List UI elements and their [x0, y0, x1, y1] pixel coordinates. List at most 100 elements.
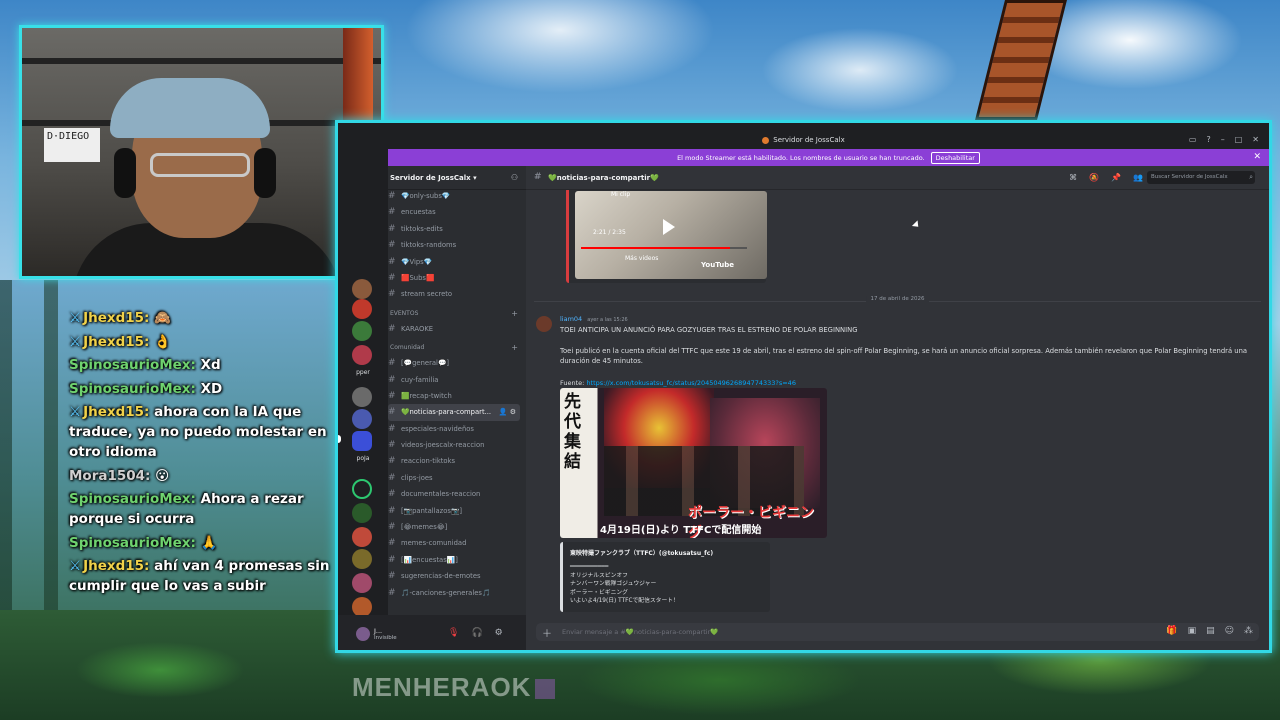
tweet-line: いよいよ4/19(日) TTFCで配信スタート！ — [570, 598, 679, 605]
server-icon-3[interactable] — [352, 321, 372, 341]
more-videos[interactable]: Más videos — [625, 255, 658, 263]
server-icon-8[interactable] — [352, 503, 372, 523]
close-button[interactable]: ✕ — [1252, 135, 1259, 144]
close-banner-icon[interactable]: ✕ — [1253, 152, 1261, 162]
server-rail: pper poJa — [338, 149, 388, 650]
pin-icon[interactable]: 📌 — [1111, 173, 1121, 182]
chat-username: Jhexd15: — [83, 558, 150, 574]
search-input[interactable]: Buscar Servidor de JossCalx ⌕ — [1147, 171, 1255, 184]
avatar[interactable] — [356, 627, 370, 641]
channel-item[interactable]: # reaccion-tiktoks — [388, 453, 526, 469]
author-avatar[interactable] — [536, 316, 552, 332]
chat-message: ⚔ Jhexd15: ahora con la IA que traduce, y… — [69, 402, 339, 462]
headphone-left — [114, 148, 136, 198]
message-input[interactable]: ＋ Enviar mensaje a #💚noticias-para-compa… — [536, 623, 1259, 641]
youtube-thumbnail[interactable]: Mi clip 2:21 / 2:35 Más videos YouTube — [575, 191, 767, 279]
channel-label: KARAOKE — [401, 324, 434, 333]
server-icon-4[interactable] — [352, 345, 372, 365]
channel-item[interactable]: # stream secreto — [388, 286, 526, 302]
channel-item[interactable]: # tiktoks-randoms — [388, 237, 526, 253]
channel-settings-icon[interactable]: 👤 ⚙ — [499, 404, 516, 420]
channel-item[interactable]: # 💎only-subs💎 — [388, 188, 526, 204]
hash-icon: # — [388, 374, 396, 385]
server-icon-7[interactable] — [352, 479, 372, 499]
server-icon-2[interactable] — [352, 299, 372, 319]
disable-streamer-button[interactable]: Deshabilitar — [930, 151, 980, 164]
server-icon — [762, 136, 770, 144]
channel-item[interactable]: # KARAOKE — [388, 321, 526, 337]
channel-item[interactable]: # [💬general💬] — [388, 355, 526, 371]
chat-message: ⚔ Jhexd15: ahí van 4 promesas sin cumplir… — [69, 556, 339, 596]
attach-icon[interactable]: ＋ — [542, 625, 552, 640]
server-header[interactable]: Servidor de JossCalx ▾ ⚇ — [388, 166, 526, 190]
channel-label: reaccion-tiktoks — [401, 457, 456, 466]
inbox-icon[interactable]: ▭ — [1189, 135, 1197, 144]
members-icon[interactable]: 👥 — [1133, 173, 1143, 182]
channel-item[interactable]: # 🎵-canciones-generales🎵 — [388, 585, 526, 601]
server-icon-active[interactable] — [352, 431, 372, 451]
add-member-icon[interactable]: ⚇ — [511, 173, 518, 182]
channel-category[interactable]: Comunidad + — [388, 337, 526, 355]
gear-icon[interactable]: ⚙ — [495, 628, 503, 638]
attached-image[interactable]: 先代集結 ポーラー・ビギニング 4月19日(日)より TTFCで配信開始 — [560, 388, 827, 538]
server-icon-6[interactable] — [352, 409, 372, 429]
gif-icon[interactable]: ▣ — [1188, 626, 1197, 636]
channel-item[interactable]: # tiktoks-edits — [388, 221, 526, 237]
channel-item[interactable]: # 🟩recap-twitch — [388, 388, 526, 404]
headphones-icon[interactable]: 🎧 — [471, 628, 482, 638]
shelf — [22, 58, 381, 64]
server-icon-10[interactable] — [352, 549, 372, 569]
channel-item[interactable]: # documentales-reaccion — [388, 486, 526, 502]
minimize-button[interactable]: – — [1221, 135, 1225, 144]
author-name[interactable]: liam04 — [560, 315, 582, 323]
server-icon-9[interactable] — [352, 527, 372, 547]
server-icon-11[interactable] — [352, 573, 372, 593]
channel-label: 💚noticias-para-compart... — [401, 408, 492, 417]
channel-item[interactable]: # videos-joescalx-reaccion — [388, 437, 526, 453]
watermark: MENHERAOK — [352, 672, 556, 703]
server-icon-12[interactable] — [352, 597, 372, 617]
emoji-icon[interactable]: ☺ — [1225, 626, 1234, 636]
server-icon-5[interactable] — [352, 387, 372, 407]
channel-label: [😂memes😂] — [401, 523, 448, 532]
chat-text: Xd — [200, 357, 221, 373]
chat-message: SpinosaurioMex: Xd — [69, 355, 339, 375]
watermark-text: MENHERAOK — [352, 672, 532, 702]
server-icon-1[interactable] — [352, 279, 372, 299]
maximize-button[interactable]: □ — [1235, 135, 1243, 144]
play-icon[interactable] — [663, 219, 675, 235]
channel-item[interactable]: # 💚noticias-para-compart... 👤 ⚙ — [388, 404, 520, 421]
mute-mic-icon[interactable]: 🎙 — [448, 628, 459, 638]
channel-item[interactable]: # memes-comunidad — [388, 535, 526, 551]
tweet-embed: 東映特撮ファンクラブ（TTFC）(@tokusatsu_fc) ━━━━━━━━… — [560, 542, 770, 612]
date-divider-label: 17 de abril de 2026 — [865, 296, 930, 302]
server-label-pper[interactable]: pper — [352, 369, 374, 376]
channel-item[interactable]: # cuy-familia — [388, 372, 526, 388]
source-line: Fuente: https://x.com/tokusatsu_fc/statu… — [560, 379, 796, 387]
help-icon[interactable]: ? — [1206, 135, 1210, 144]
sticker-icon[interactable]: ▤ — [1206, 626, 1215, 636]
channel-item[interactable]: # [😂memes😂] — [388, 519, 526, 535]
channel-item[interactable]: # clips-joes — [388, 470, 526, 486]
channel-item[interactable]: # encuestas — [388, 204, 526, 220]
channel-item[interactable]: # especiales-navideños — [388, 421, 526, 437]
video-progress[interactable] — [581, 247, 747, 249]
channel-item[interactable]: # sugerencias-de-emotes — [388, 568, 526, 584]
apps-icon[interactable]: ⁂ — [1244, 626, 1253, 636]
channel-item[interactable]: # 💎Vips💎 — [388, 254, 526, 270]
server-label-poja[interactable]: poJa — [352, 455, 374, 462]
hash-icon: # — [388, 440, 396, 451]
channel-item[interactable]: # [📷pantallazos📷] — [388, 503, 526, 519]
channel-item[interactable]: # 🟥Subs🟥 — [388, 270, 526, 286]
threads-icon[interactable]: ⌘ — [1069, 173, 1077, 182]
tweet-line: ポーラー・ビギニング — [570, 589, 628, 596]
tweet-author[interactable]: 東映特撮ファンクラブ（TTFC）(@tokusatsu_fc) — [570, 548, 713, 557]
channel-category[interactable]: EVENTOS + — [388, 303, 526, 321]
channel-item[interactable]: # [📊encuestas📊] — [388, 552, 526, 568]
source-link[interactable]: https://x.com/tokusatsu_fc/status/204504… — [586, 379, 796, 387]
youtube-embed: Mi clip 2:21 / 2:35 Más videos YouTube — [566, 190, 767, 283]
notifications-icon[interactable]: 🔕 — [1089, 173, 1099, 182]
gift-icon[interactable]: 🎁 — [1166, 626, 1177, 636]
selected-indicator — [338, 435, 341, 443]
hash-icon: # — [388, 522, 396, 533]
